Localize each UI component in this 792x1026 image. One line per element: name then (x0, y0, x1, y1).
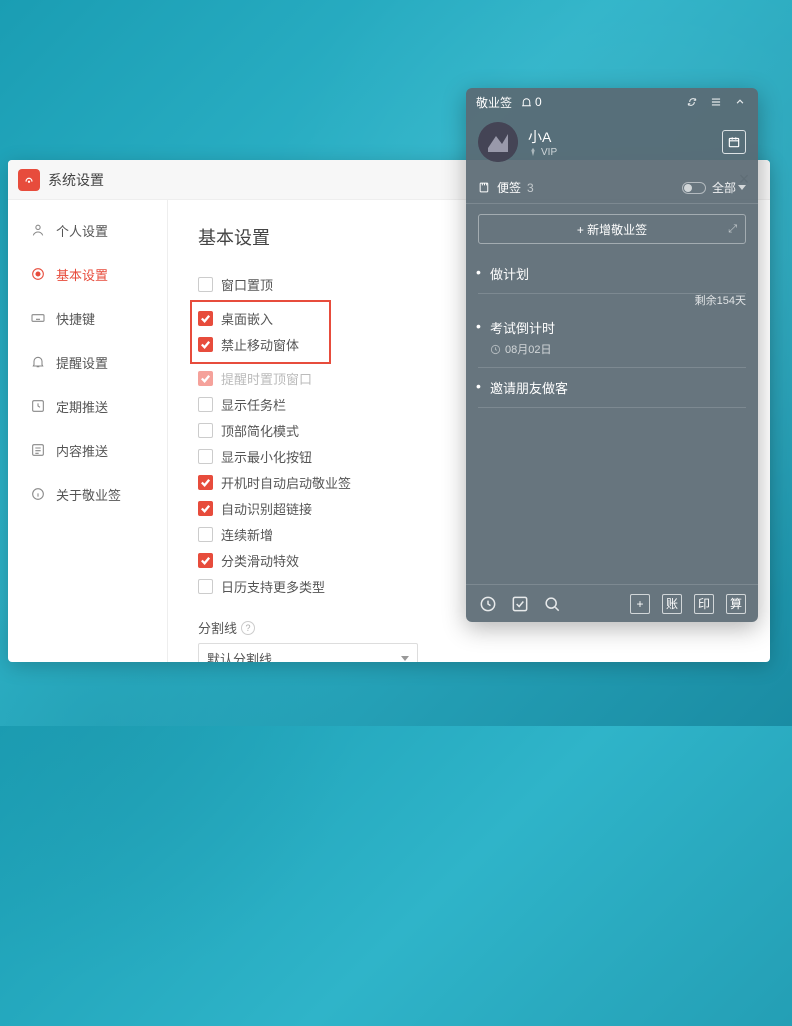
profile-info: 小A VIP (528, 127, 712, 158)
option-label: 显示任务栏 (221, 395, 286, 414)
filter-dropdown[interactable]: 全部 (712, 179, 746, 196)
highlight-annotation: 桌面嵌入 禁止移动窗体 (190, 300, 331, 364)
option-label: 自动识别超链接 (221, 499, 312, 518)
option-desktop-embed[interactable]: 桌面嵌入 (198, 306, 299, 330)
sidebar-item-label: 内容推送 (56, 441, 108, 460)
select-value: 默认分割线 (207, 649, 272, 663)
notification-badge[interactable]: 0 (520, 95, 542, 109)
profile-section: 小A VIP (466, 116, 758, 172)
chevron-down-icon (738, 185, 746, 190)
note-title: 考试倒计时 (480, 318, 744, 337)
keyboard-icon (30, 310, 46, 326)
note-subtext: 08月02日 (480, 341, 744, 357)
app-logo-icon (18, 169, 40, 191)
sidebar-item-label: 基本设置 (56, 265, 108, 284)
note-list: 做计划 剩余154天 考试倒计时 08月02日 邀请朋友做客 (466, 254, 758, 584)
checkbox-icon[interactable] (198, 311, 213, 326)
note-item[interactable]: 剩余154天 考试倒计时 08月02日 (478, 308, 746, 368)
tab-count: 3 (527, 181, 534, 195)
widget-footer: + 账 印 算 (466, 584, 758, 622)
option-label: 分类滑动特效 (221, 551, 299, 570)
checkbox-icon[interactable] (198, 579, 213, 594)
sidebar-item-schedule[interactable]: 定期推送 (8, 384, 167, 428)
option-label: 禁止移动窗体 (221, 335, 299, 354)
settings-sidebar: 个人设置 基本设置 快捷键 提醒设置 定期推送 内容推送 (8, 200, 168, 662)
list-square-icon (30, 442, 46, 458)
checkbox-icon[interactable] (198, 371, 213, 386)
bell-icon (520, 96, 533, 109)
checkbox-icon[interactable] (198, 527, 213, 542)
note-tabs-icon (478, 181, 491, 194)
widget-tabbar: 便签 3 全部 (466, 172, 758, 204)
sticky-widget: 敬业签 0 小A VIP 便签 3 全部 (466, 88, 758, 622)
option-label: 显示最小化按钮 (221, 447, 312, 466)
profile-name: 小A (528, 127, 712, 147)
window-title: 系统设置 (48, 170, 104, 190)
footer-box-3[interactable]: 算 (726, 594, 746, 614)
vip-badge: VIP (528, 147, 712, 158)
checkbox-icon[interactable] (198, 277, 213, 292)
person-icon (30, 222, 46, 238)
checkbox-icon[interactable] (198, 501, 213, 516)
sidebar-item-reminder[interactable]: 提醒设置 (8, 340, 167, 384)
footer-box-2[interactable]: 印 (694, 594, 714, 614)
calendar-icon[interactable] (722, 130, 746, 154)
checkbox-icon[interactable] (198, 337, 213, 352)
sidebar-item-label: 提醒设置 (56, 353, 108, 372)
sidebar-item-content[interactable]: 内容推送 (8, 428, 167, 472)
note-title: 做计划 (480, 264, 744, 283)
checkbox-icon[interactable] (198, 423, 213, 438)
chevron-down-icon (401, 656, 409, 661)
option-label: 日历支持更多类型 (221, 577, 325, 596)
avatar[interactable] (478, 122, 518, 162)
add-note-button[interactable]: + 新增敬业签 ⤢ (478, 214, 746, 244)
sidebar-item-label: 快捷键 (56, 309, 95, 328)
divider-select[interactable]: 默认分割线 (198, 643, 418, 662)
sidebar-item-basic[interactable]: 基本设置 (8, 252, 167, 296)
info-icon (30, 486, 46, 502)
checkbox-icon[interactable] (198, 449, 213, 464)
note-item[interactable]: 做计划 (478, 254, 746, 294)
checkbox-icon[interactable] (198, 553, 213, 568)
clock-icon (490, 344, 501, 355)
option-label: 窗口置顶 (221, 275, 273, 294)
add-box-icon[interactable]: + (630, 594, 650, 614)
option-label: 连续新增 (221, 525, 273, 544)
option-label: 提醒时置顶窗口 (221, 369, 312, 388)
sidebar-item-personal[interactable]: 个人设置 (8, 208, 167, 252)
sidebar-item-about[interactable]: 关于敬业签 (8, 472, 167, 516)
widget-header: 敬业签 0 (466, 88, 758, 116)
note-countdown: 剩余154天 (695, 292, 746, 308)
search-icon[interactable] (542, 594, 562, 614)
target-icon (30, 266, 46, 282)
view-toggle[interactable] (682, 182, 706, 194)
option-lock-move[interactable]: 禁止移动窗体 (198, 332, 299, 356)
footer-box-1[interactable]: 账 (662, 594, 682, 614)
sync-icon[interactable] (684, 94, 700, 110)
note-title: 邀请朋友做客 (480, 378, 744, 397)
sidebar-item-label: 定期推送 (56, 397, 108, 416)
option-label: 开机时自动启动敬业签 (221, 473, 351, 492)
help-icon[interactable]: ? (241, 621, 255, 635)
diamond-icon (528, 147, 538, 157)
bell-icon (30, 354, 46, 370)
clock-square-icon (30, 398, 46, 414)
checkbox-icon[interactable] (198, 397, 213, 412)
checkbox-icon[interactable] (198, 475, 213, 490)
add-button-label: + 新增敬业签 (577, 221, 647, 238)
sidebar-item-label: 个人设置 (56, 221, 108, 240)
widget-app-name: 敬业签 (476, 94, 512, 111)
sidebar-item-shortcut[interactable]: 快捷键 (8, 296, 167, 340)
chevron-up-icon[interactable] (732, 94, 748, 110)
tab-label[interactable]: 便签 (497, 179, 521, 196)
menu-icon[interactable] (708, 94, 724, 110)
sidebar-item-label: 关于敬业签 (56, 485, 121, 504)
notification-count: 0 (535, 95, 542, 109)
option-label: 桌面嵌入 (221, 309, 273, 328)
option-label: 顶部简化模式 (221, 421, 299, 440)
expand-icon: ⤢ (728, 223, 737, 236)
history-icon[interactable] (478, 594, 498, 614)
done-icon[interactable] (510, 594, 530, 614)
note-item[interactable]: 邀请朋友做客 (478, 368, 746, 408)
